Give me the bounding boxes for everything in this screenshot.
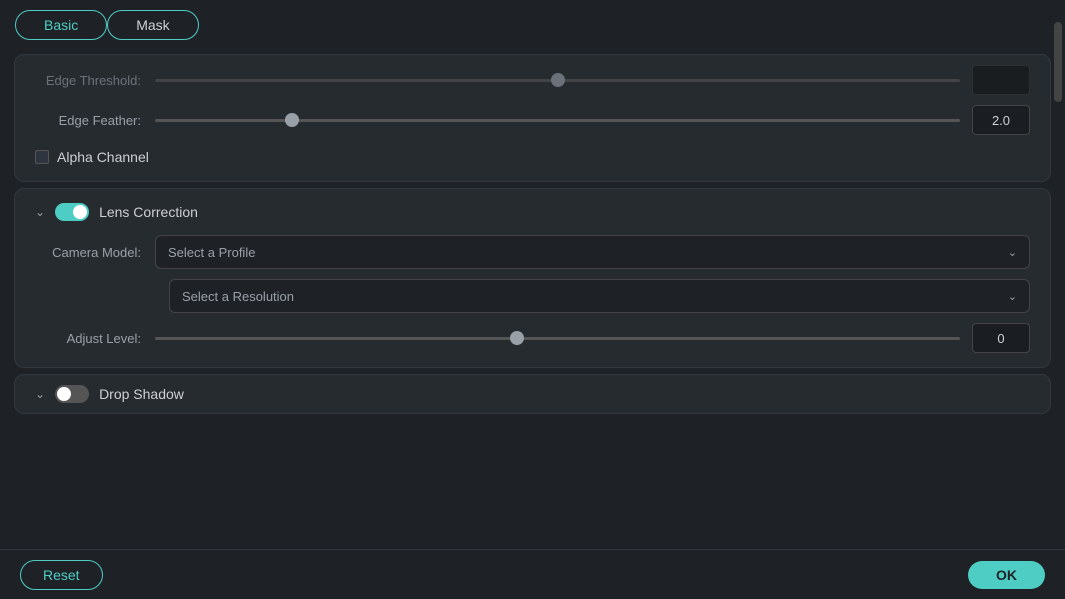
lens-correction-toggle-knob <box>73 205 87 219</box>
resolution-placeholder: Select a Resolution <box>182 289 294 304</box>
camera-model-row: Camera Model: Select a Profile ⌄ <box>35 235 1030 269</box>
camera-model-placeholder: Select a Profile <box>168 245 255 260</box>
edge-threshold-value[interactable] <box>972 65 1030 95</box>
tab-basic[interactable]: Basic <box>15 10 107 40</box>
adjust-level-label: Adjust Level: <box>35 331 155 346</box>
lens-correction-toggle[interactable] <box>55 203 89 221</box>
edge-feather-track <box>155 119 960 122</box>
drop-shadow-toggle[interactable] <box>55 385 89 403</box>
edge-feather-label: Edge Feather: <box>35 113 155 128</box>
drop-shadow-title: Drop Shadow <box>99 386 184 402</box>
drop-shadow-toggle-knob <box>57 387 71 401</box>
resolution-chevron-icon: ⌄ <box>1008 290 1017 303</box>
edge-threshold-row: Edge Threshold: <box>35 65 1030 95</box>
alpha-channel-row[interactable]: Alpha Channel <box>35 145 1030 165</box>
camera-model-dropdown[interactable]: Select a Profile ⌄ <box>155 235 1030 269</box>
lens-correction-chevron[interactable]: ⌄ <box>35 205 45 219</box>
top-section-card: Edge Threshold: Edge Feather: 2.0 Alpha … <box>14 54 1051 182</box>
lens-correction-card: ⌄ Lens Correction Camera Model: Select a… <box>14 188 1051 368</box>
edge-threshold-thumb[interactable] <box>551 73 565 87</box>
edge-threshold-label: Edge Threshold: <box>35 73 155 88</box>
bottom-bar: Reset OK <box>0 549 1065 599</box>
ok-button[interactable]: OK <box>968 561 1045 589</box>
adjust-level-thumb[interactable] <box>510 331 524 345</box>
lens-correction-title: Lens Correction <box>99 204 198 220</box>
adjust-level-slider-container[interactable] <box>155 328 960 348</box>
edge-feather-value[interactable]: 2.0 <box>972 105 1030 135</box>
tab-bar: Basic Mask <box>0 0 1065 50</box>
resolution-row: Select a Resolution ⌄ <box>35 279 1030 313</box>
reset-button[interactable]: Reset <box>20 560 103 590</box>
edge-feather-slider-container[interactable] <box>155 110 960 130</box>
scrollbar-thumb[interactable] <box>1054 22 1062 102</box>
edge-feather-thumb[interactable] <box>285 113 299 127</box>
resolution-dropdown[interactable]: Select a Resolution ⌄ <box>169 279 1030 313</box>
drop-shadow-card: ⌄ Drop Shadow <box>14 374 1051 414</box>
camera-model-chevron-icon: ⌄ <box>1008 246 1017 259</box>
camera-model-label: Camera Model: <box>35 245 155 260</box>
alpha-channel-checkbox[interactable] <box>35 150 49 164</box>
drop-shadow-chevron[interactable]: ⌄ <box>35 387 45 401</box>
edge-threshold-track <box>155 79 960 82</box>
drop-shadow-header: ⌄ Drop Shadow <box>35 385 1030 403</box>
edge-feather-row: Edge Feather: 2.0 <box>35 105 1030 135</box>
alpha-channel-label: Alpha Channel <box>57 149 149 165</box>
tab-mask[interactable]: Mask <box>107 10 198 40</box>
adjust-level-track <box>155 337 960 340</box>
edge-threshold-slider-container[interactable] <box>155 70 960 90</box>
adjust-level-value[interactable]: 0 <box>972 323 1030 353</box>
adjust-level-row: Adjust Level: 0 <box>35 323 1030 353</box>
scrollbar-track[interactable] <box>1051 0 1065 599</box>
lens-correction-header: ⌄ Lens Correction <box>35 203 1030 221</box>
